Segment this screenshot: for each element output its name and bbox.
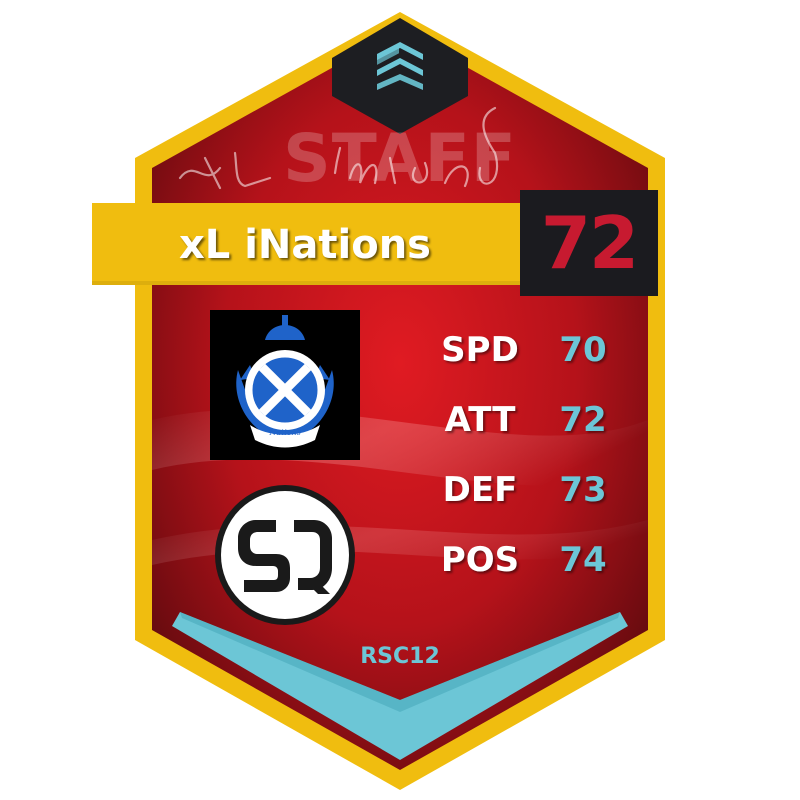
stat-value-pos: 74 bbox=[559, 540, 607, 580]
overall-rating: 72 bbox=[540, 201, 639, 285]
stat-label-att: ATT bbox=[444, 400, 516, 440]
player-name: xL iNations bbox=[179, 222, 431, 268]
brand-chevron-icon bbox=[377, 42, 423, 90]
nations-emblem-icon bbox=[236, 315, 334, 448]
league-label: RSC12 bbox=[360, 644, 440, 669]
stat-value-def: 73 bbox=[559, 470, 607, 510]
stat-label-pos: POS bbox=[440, 540, 520, 580]
stat-value-att: 72 bbox=[559, 400, 607, 440]
team-logo-nations: Nations bbox=[210, 310, 360, 460]
team-logo-text: Nations bbox=[269, 428, 301, 437]
stat-label-spd: SPD bbox=[441, 330, 519, 370]
sponsor-logo-s bbox=[215, 485, 355, 625]
stat-value-spd: 70 bbox=[559, 330, 607, 370]
signature bbox=[178, 106, 498, 190]
player-card: STAFF xL iNations 72 Nations SPD 70 ATT … bbox=[0, 0, 800, 800]
stat-label-def: DEF bbox=[442, 470, 518, 510]
